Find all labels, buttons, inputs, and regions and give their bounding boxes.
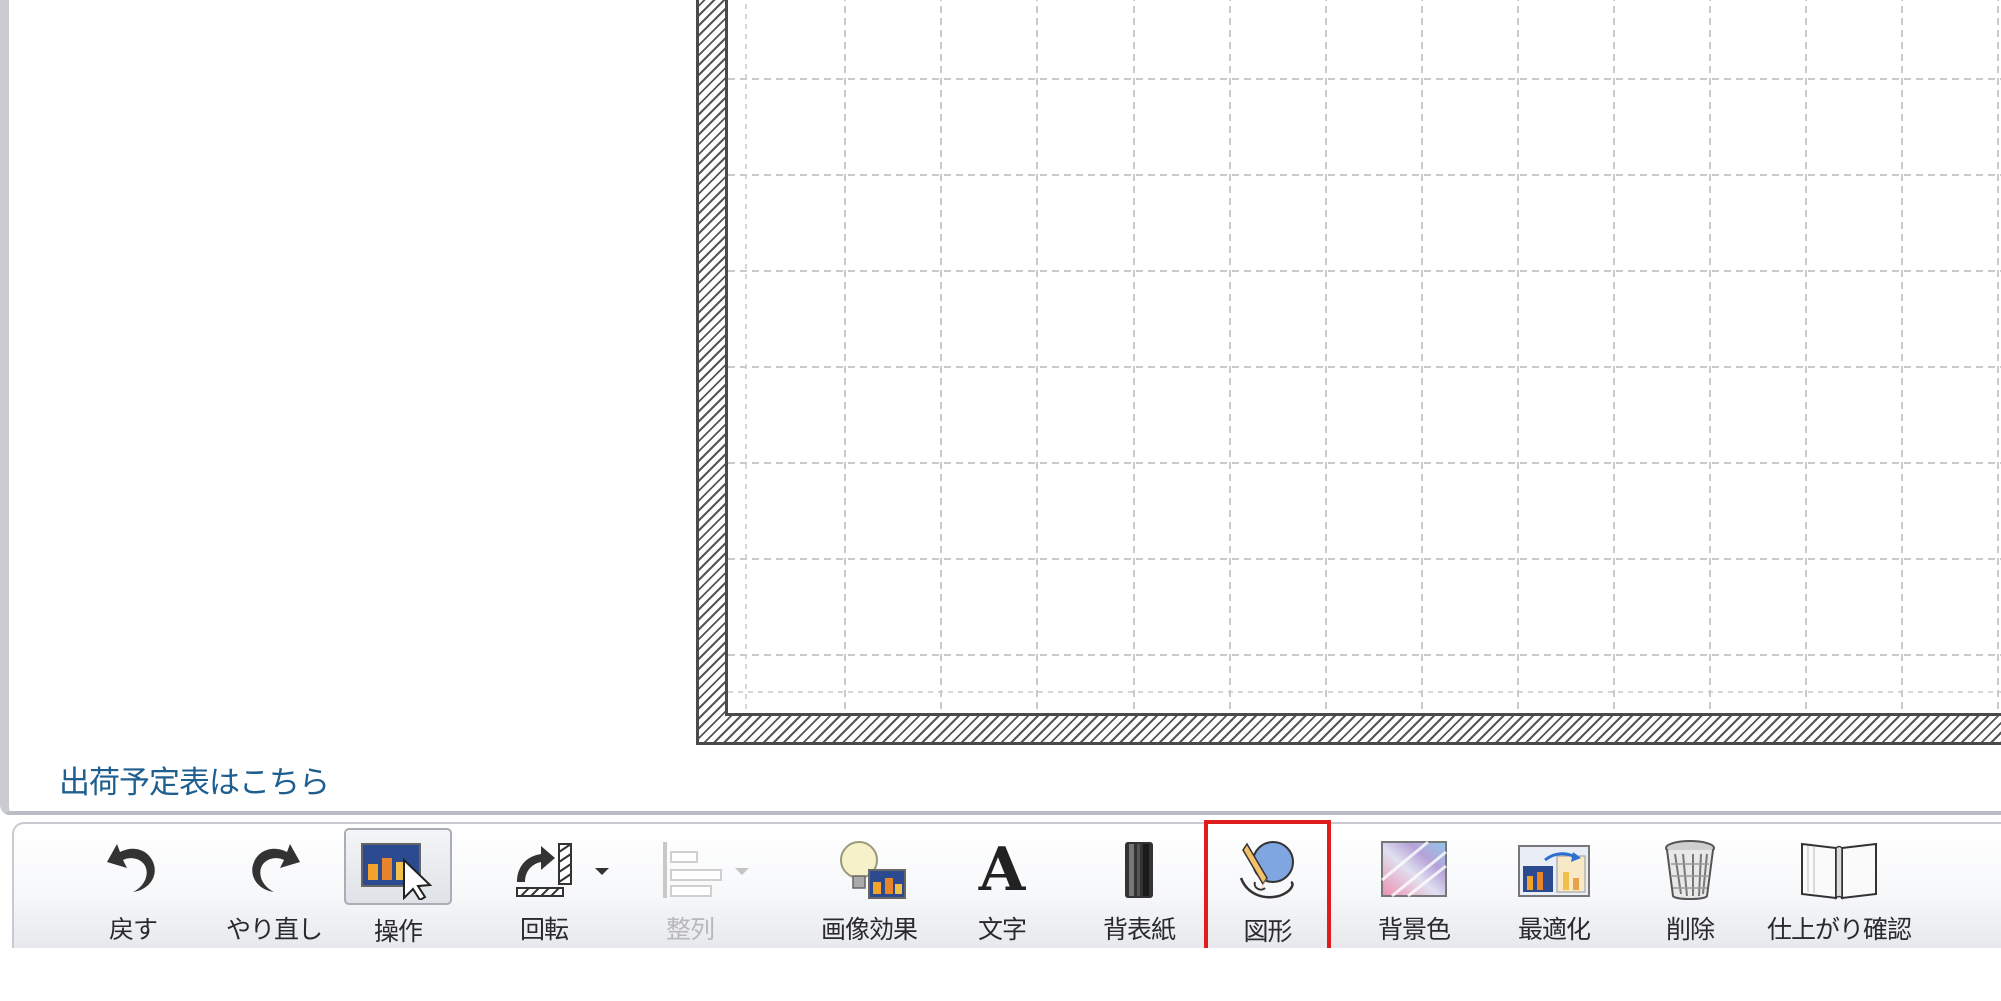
spine-book-icon (1119, 838, 1159, 906)
undo-label: 戻す (108, 915, 158, 944)
optimize-label: 最適化 (1517, 915, 1591, 944)
shipping-schedule-link[interactable]: 出荷予定表はこちら (59, 757, 330, 802)
preview-finish-label: 仕上がり確認 (1766, 915, 1912, 944)
rotate-button[interactable]: 回転 (492, 830, 596, 948)
canvas-grid (728, 0, 2001, 713)
image-effect-label: 画像効果 (820, 915, 918, 944)
text-label: 文字 (977, 915, 1027, 944)
image-effect-icon (829, 838, 909, 906)
design-canvas[interactable] (696, 0, 2001, 745)
text-a-icon: A (972, 834, 1032, 905)
shape-button[interactable]: 図形 (1204, 820, 1331, 954)
background-color-label: 背景色 (1377, 915, 1451, 944)
canvas-grid-area[interactable] (725, 0, 2001, 716)
align-label: 整列 (665, 915, 715, 944)
shape-label: 図形 (1243, 917, 1292, 946)
operate-label: 操作 (373, 917, 423, 946)
undo-button[interactable]: 戻す (74, 830, 192, 948)
delete-label: 削除 (1665, 915, 1715, 944)
rotate-label: 回転 (519, 915, 569, 944)
redo-label: やり直し (225, 915, 323, 944)
toolbar-bottom-strip (12, 948, 2001, 1001)
background-gradient-icon (1378, 838, 1450, 904)
image-effect-button[interactable]: 画像効果 (789, 830, 949, 948)
optimize-photo-icon (1515, 838, 1593, 904)
undo-icon (103, 838, 163, 902)
bottom-toolbar: 戻す やり直し 操作 回転 整列 画像効果 A 文字 背表紙 図形 背景色 最適… (12, 820, 2001, 954)
spine-button[interactable]: 背表紙 (1079, 830, 1199, 948)
svg-text:A: A (978, 835, 1027, 898)
shape-pencil-icon (1233, 838, 1303, 908)
spine-label: 背表紙 (1102, 915, 1176, 944)
delete-button[interactable]: 削除 (1634, 830, 1746, 948)
background-color-button[interactable]: 背景色 (1353, 830, 1475, 948)
optimize-button[interactable]: 最適化 (1494, 830, 1614, 948)
align-icon (657, 838, 723, 904)
redo-icon (244, 838, 304, 902)
workspace-panel: 出荷予定表はこちら (0, 0, 2001, 815)
operate-button[interactable]: 操作 (344, 828, 452, 946)
redo-button[interactable]: やり直し (209, 830, 339, 948)
pointer-photo-icon (358, 838, 438, 904)
text-button[interactable]: A 文字 (949, 830, 1055, 948)
align-dropdown-arrow[interactable] (735, 868, 749, 875)
open-book-icon (1798, 838, 1880, 904)
rotate-icon (511, 838, 577, 904)
align-button[interactable]: 整列 (630, 830, 750, 948)
preview-finish-button[interactable]: 仕上がり確認 (1759, 830, 1919, 948)
trash-can-icon (1663, 838, 1717, 906)
rotate-dropdown-arrow[interactable] (595, 868, 609, 875)
